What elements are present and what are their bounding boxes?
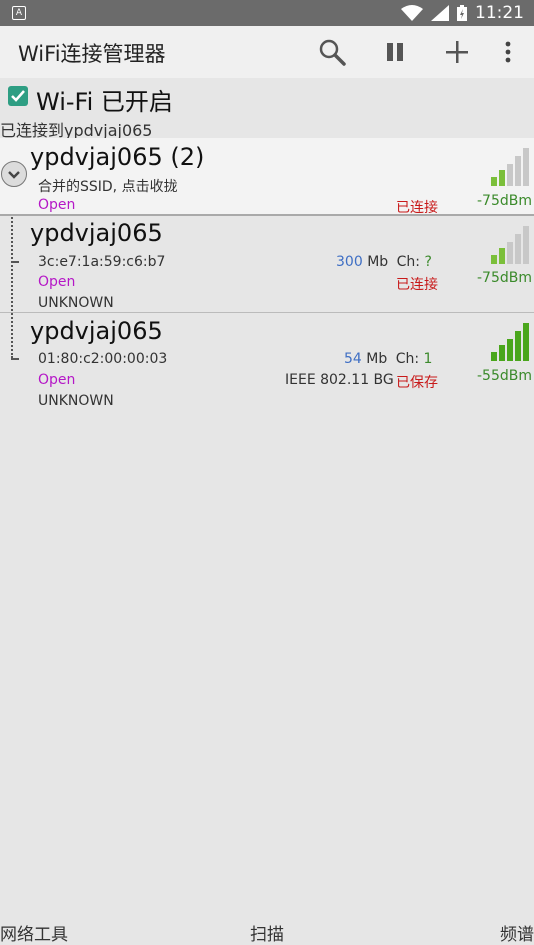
signal-strength-icon xyxy=(491,226,529,264)
network-signal-dbm: -55dBm xyxy=(477,368,532,384)
network-speed: 300 xyxy=(336,254,363,270)
status-icons: 11:21 xyxy=(401,0,524,26)
group-note: 合并的SSID, 点击收拢 xyxy=(38,179,178,195)
battery-icon xyxy=(457,5,467,21)
signal-strength-icon xyxy=(491,323,529,361)
wifi-toggle-row[interactable]: Wi-Fi 已开启 xyxy=(0,80,534,116)
network-state: 已保存 xyxy=(396,375,438,391)
more-vert-icon xyxy=(505,41,511,63)
group-security: Open xyxy=(38,197,76,213)
clock: 11:21 xyxy=(475,3,524,23)
network-speed-unit: Mb xyxy=(366,351,388,367)
network-speed-row: 300 Mb Ch: ? xyxy=(336,254,432,270)
network-standard: IEEE 802.11 BG xyxy=(285,372,394,388)
network-ssid: ypdvjaj065 xyxy=(30,219,163,247)
network-signal-dbm: -75dBm xyxy=(477,270,532,286)
group-ssid: ypdvjaj065 (2) xyxy=(30,143,205,171)
notification-icon: A xyxy=(12,6,26,20)
network-speed: 54 xyxy=(344,351,362,367)
overflow-menu-button[interactable] xyxy=(492,36,524,68)
status-bar: A 11:21 xyxy=(0,0,534,26)
network-row[interactable]: ypdvjaj065 01:80:c2:00:00:03 54 Mb Ch: 1… xyxy=(0,313,534,409)
group-signal-dbm: -75dBm xyxy=(477,193,532,209)
network-type: UNKNOWN xyxy=(38,393,114,409)
network-row[interactable]: ypdvjaj065 3c:e7:1a:59:c6:b7 300 Mb Ch: … xyxy=(0,216,534,313)
chevron-down-icon xyxy=(8,171,20,179)
network-speed-row: 54 Mb Ch: 1 xyxy=(344,351,432,367)
search-icon xyxy=(319,39,346,66)
app-title: WiFi连接管理器 xyxy=(18,42,166,66)
network-state: 已连接 xyxy=(396,277,438,293)
pause-button[interactable] xyxy=(379,36,411,68)
wifi-status-icon xyxy=(401,5,423,21)
wifi-checkbox[interactable] xyxy=(8,86,28,106)
wifi-status-label: Wi-Fi 已开启 xyxy=(36,88,173,116)
collapse-button[interactable] xyxy=(1,161,27,187)
app-bar: WiFi连接管理器 xyxy=(0,26,534,78)
bottom-nav: 网络工具 扫描 频谱 xyxy=(0,918,534,945)
network-type: UNKNOWN xyxy=(38,295,114,311)
add-button[interactable] xyxy=(441,36,473,68)
pause-icon xyxy=(387,43,403,61)
network-bssid: 3c:e7:1a:59:c6:b7 xyxy=(38,254,166,270)
network-ssid: ypdvjaj065 xyxy=(30,317,163,345)
check-icon xyxy=(11,90,25,102)
group-state: 已连接 xyxy=(396,200,438,216)
network-channel: ? xyxy=(424,254,432,270)
network-channel-label: Ch: xyxy=(396,254,420,270)
network-bssid: 01:80:c2:00:00:03 xyxy=(38,351,168,367)
network-security: Open xyxy=(38,372,76,388)
network-security: Open xyxy=(38,274,76,290)
search-button[interactable] xyxy=(316,36,348,68)
tab-network-tools[interactable]: 网络工具 xyxy=(0,920,68,945)
network-group-row[interactable]: ypdvjaj065 (2) 合并的SSID, 点击收拢 Open 已连接 -7… xyxy=(0,138,534,216)
plus-icon xyxy=(446,41,468,63)
tab-scan[interactable]: 扫描 xyxy=(250,920,284,945)
network-channel-label: Ch: xyxy=(395,351,420,367)
tab-spectrum[interactable]: 频谱 xyxy=(500,920,534,945)
signal-strength-icon xyxy=(491,148,529,186)
cell-signal-icon xyxy=(431,5,449,21)
network-channel: 1 xyxy=(423,351,433,367)
network-speed-unit: Mb xyxy=(367,254,389,270)
